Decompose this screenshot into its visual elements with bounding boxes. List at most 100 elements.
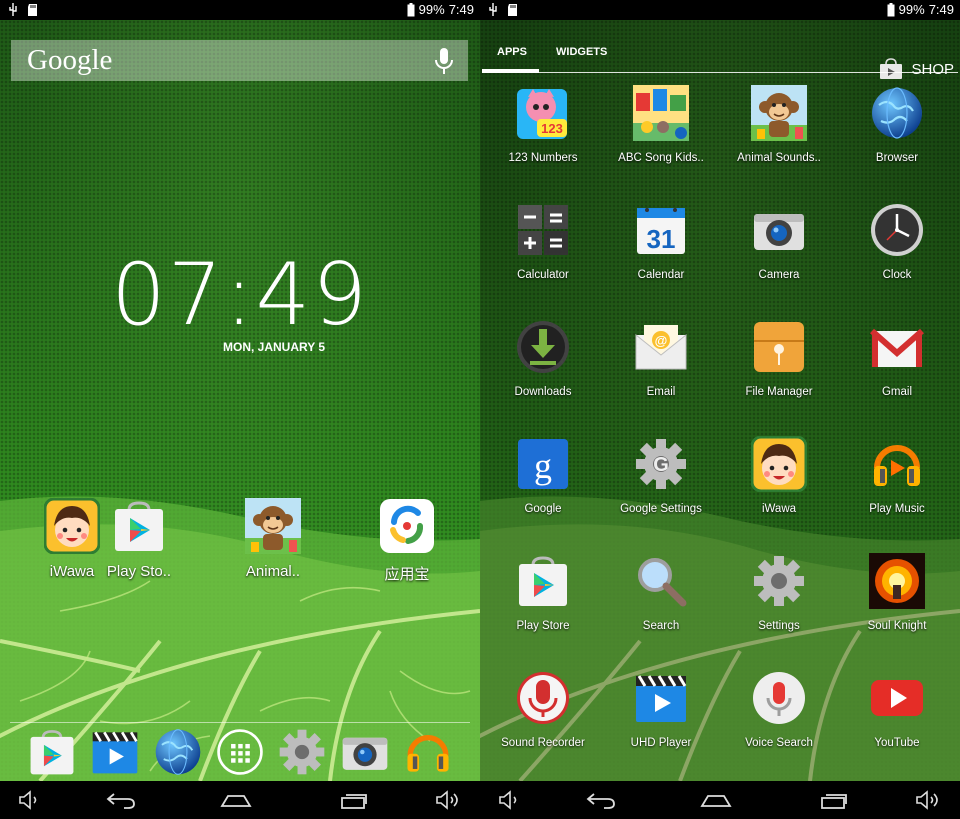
desktop-app-yingyongbao[interactable]: 应用宝: [357, 498, 457, 584]
app-label: Calendar: [637, 269, 685, 281]
app-animal-sounds[interactable]: Animal Sounds..: [720, 85, 838, 164]
clock-time[interactable]: 07:49: [0, 245, 480, 345]
home-button[interactable]: [700, 788, 732, 812]
gmail-icon: [869, 319, 925, 375]
app-label: iWawa: [761, 503, 797, 515]
usb-icon: [9, 3, 17, 16]
settings-gear-icon[interactable]: [277, 727, 327, 777]
youtube-icon: [869, 670, 925, 726]
camera-icon[interactable]: [340, 727, 390, 777]
calendar-day-number: 31: [647, 224, 676, 254]
soul-knight-icon: [869, 553, 925, 609]
app-calculator[interactable]: Calculator: [484, 202, 602, 281]
app-play-store[interactable]: Play Store: [484, 553, 602, 632]
status-time: 7:49: [448, 2, 474, 17]
app-google[interactable]: Google: [484, 436, 602, 515]
desktop-app-label: Animal..: [245, 563, 301, 580]
speaker-icon: [499, 790, 517, 810]
app-label: Google Settings: [620, 503, 702, 515]
app-browser[interactable]: Browser: [838, 85, 956, 164]
email-envelope-icon: [633, 319, 689, 375]
navigation-bar: [480, 781, 960, 819]
play-store-icon: [515, 553, 571, 609]
voice-search-mic-icon: [751, 670, 807, 726]
app-search[interactable]: Search: [602, 553, 720, 632]
wallpaper: [0, 20, 480, 781]
magnifier-icon: [633, 553, 689, 609]
app-label: Browser: [875, 152, 919, 164]
home-button[interactable]: [220, 788, 252, 812]
app-youtube[interactable]: YouTube: [838, 670, 956, 749]
status-bar: 99% 7:49: [0, 0, 480, 20]
calculator-icon: [515, 202, 571, 258]
play-store-icon[interactable]: [27, 727, 77, 777]
shop-label: SHOP: [911, 60, 954, 78]
app-email[interactable]: Email: [602, 319, 720, 398]
google-search-bar[interactable]: Google: [11, 40, 468, 81]
headphones-icon: [869, 436, 925, 492]
volume-up-button[interactable]: [435, 788, 461, 812]
app-label: Settings: [758, 620, 800, 632]
app-label: Clock: [882, 269, 912, 281]
mic-icon[interactable]: [434, 47, 454, 75]
speaker-loud-icon: [436, 790, 458, 810]
app-downloads[interactable]: Downloads: [484, 319, 602, 398]
app-label: YouTube: [874, 737, 920, 749]
google-logo: Google: [27, 44, 113, 76]
app-settings[interactable]: Settings: [720, 553, 838, 632]
app-abc-song-kids[interactable]: ABC Song Kids..: [602, 85, 720, 164]
sd-card-icon: [508, 3, 517, 16]
app-google-settings[interactable]: Google Settings: [602, 436, 720, 515]
headphones-icon[interactable]: [403, 727, 453, 777]
tab-widgets[interactable]: WIDGETS: [556, 46, 607, 58]
app-123-numbers[interactable]: 123 Numbers: [484, 85, 602, 164]
app-file-manager[interactable]: File Manager: [720, 319, 838, 398]
app-drawer-screen: 99% 7:49 APPS WIDGETS SHOP 123 Numbers A…: [480, 0, 960, 819]
battery-percent: 99%: [898, 2, 925, 17]
app-sound-recorder[interactable]: Sound Recorder: [484, 670, 602, 749]
app-label: Voice Search: [745, 737, 813, 749]
monkey-icon: [245, 498, 301, 554]
app-voice-search[interactable]: Voice Search: [720, 670, 838, 749]
app-calendar[interactable]: 31 Calendar: [602, 202, 720, 281]
recent-apps-icon: [341, 794, 367, 809]
app-clock[interactable]: Clock: [838, 202, 956, 281]
speaker-icon: [19, 790, 37, 810]
home-icon: [220, 795, 252, 807]
app-iwawa[interactable]: iWawa: [720, 436, 838, 515]
status-bar: 99% 7:49: [480, 0, 960, 20]
status-time: 7:49: [928, 2, 954, 17]
microphone-record-icon: [515, 670, 571, 726]
recent-apps-icon: [821, 794, 847, 809]
iwawa-icon: [751, 436, 807, 492]
volume-down-button[interactable]: [498, 788, 522, 812]
tab-divider: [482, 72, 958, 73]
app-soul-knight[interactable]: Soul Knight: [838, 553, 956, 632]
app-label: Downloads: [514, 386, 572, 398]
app-uhd-player[interactable]: UHD Player: [602, 670, 720, 749]
browser-globe-icon[interactable]: [153, 727, 203, 777]
app-play-music[interactable]: Play Music: [838, 436, 956, 515]
folder-icon: [751, 319, 807, 375]
volume-down-button[interactable]: [18, 788, 42, 812]
desktop-app-label: 应用宝: [384, 566, 430, 583]
recent-apps-button[interactable]: [820, 788, 850, 812]
app-gmail[interactable]: Gmail: [838, 319, 956, 398]
app-label: Sound Recorder: [501, 737, 585, 749]
play-store-icon: [111, 498, 167, 554]
app-label: Camera: [758, 269, 800, 281]
tab-apps[interactable]: APPS: [497, 46, 527, 58]
app-label: Animal Sounds..: [737, 152, 821, 164]
app-camera[interactable]: Camera: [720, 202, 838, 281]
video-player-icon[interactable]: [90, 727, 140, 777]
desktop-app-animal[interactable]: Animal..: [223, 498, 323, 580]
desktop-app-play-store[interactable]: Play Sto..: [89, 498, 189, 580]
recent-apps-button[interactable]: [340, 788, 370, 812]
app-label: Email: [646, 386, 676, 398]
monkey-icon: [751, 85, 807, 141]
back-button[interactable]: [106, 788, 136, 812]
volume-up-button[interactable]: [915, 788, 941, 812]
back-button[interactable]: [586, 788, 616, 812]
shop-button[interactable]: SHOP: [879, 58, 954, 80]
all-apps-icon[interactable]: [215, 727, 265, 777]
